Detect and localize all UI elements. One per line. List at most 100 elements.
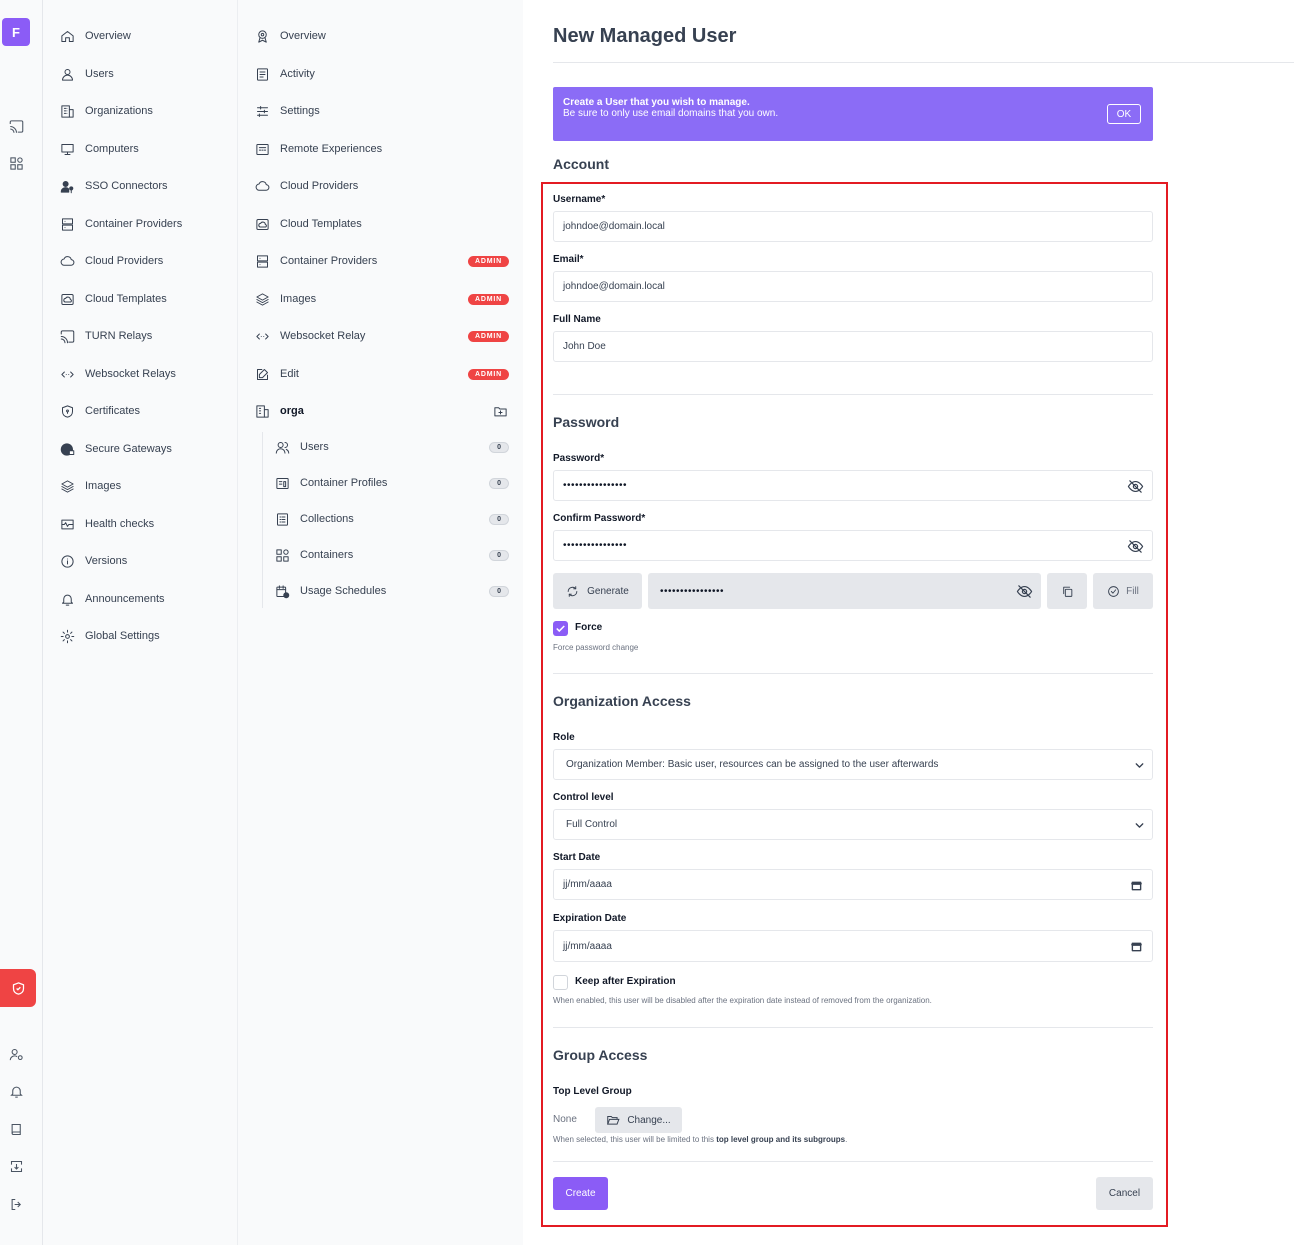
folder-icon[interactable] [492, 403, 509, 420]
sidebar-item-announcements[interactable]: Announcements [43, 587, 237, 611]
home-icon [59, 28, 76, 45]
start-date-input[interactable]: jj/mm/aaaa [553, 869, 1153, 900]
org-sidebar: Overview Activity Settings Remote Experi… [238, 0, 523, 1245]
sidebar-item-label: Organizations [85, 105, 153, 117]
role-label: Role [553, 732, 575, 743]
password-input[interactable]: •••••••••••••••• [553, 470, 1153, 501]
sidebar-item-organizations[interactable]: Organizations [43, 99, 237, 123]
shield-icon[interactable] [0, 969, 36, 1007]
org-nav-label: Overview [280, 30, 326, 42]
calendar-icon[interactable] [1131, 880, 1142, 891]
org-sub-collections[interactable]: Collections 0 [238, 507, 523, 531]
org-nav-cloud-providers[interactable]: Cloud Providers [238, 174, 523, 198]
sidebar-item-websocket-relays[interactable]: Websocket Relays [43, 362, 237, 386]
info-banner: Create a User that you wish to manage. B… [553, 87, 1153, 141]
force-hint: Force password change [553, 643, 639, 652]
sidebar-item-label: Global Settings [85, 630, 160, 642]
full-name-label: Full Name [553, 314, 601, 325]
sidebar-item-versions[interactable]: Versions [43, 549, 237, 573]
sidebar-item-cloud-providers[interactable]: Cloud Providers [43, 249, 237, 273]
email-input[interactable]: johndoe@domain.local [553, 271, 1153, 302]
calendar-icon[interactable] [1131, 941, 1142, 952]
force-checkbox[interactable] [553, 621, 568, 636]
sidebar-item-container-providers[interactable]: Container Providers [43, 212, 237, 236]
keep-after-expiration-checkbox[interactable] [553, 975, 568, 990]
monitor-icon [59, 141, 76, 158]
password-label: Password* [553, 453, 605, 464]
admin-badge: ADMIN [468, 255, 509, 267]
expiration-date-input[interactable]: jj/mm/aaaa [553, 930, 1153, 962]
sidebar-item-label: SSO Connectors [85, 180, 168, 192]
org-nav-websocket-relay[interactable]: Websocket Relay ADMIN [238, 324, 523, 348]
eye-off-icon[interactable] [1127, 538, 1144, 555]
generated-password-field[interactable]: •••••••••••••••• [648, 573, 1041, 609]
users-cog-icon[interactable] [8, 1046, 24, 1062]
app-logo[interactable]: F [2, 18, 30, 46]
confirm-password-input[interactable]: •••••••••••••••• [553, 530, 1153, 561]
eye-off-icon[interactable] [1016, 583, 1033, 600]
sidebar-item-label: Versions [85, 555, 128, 567]
chevron-down-icon [1133, 819, 1146, 832]
sidebar-item-computers[interactable]: Computers [43, 137, 237, 161]
sidebar-item-overview[interactable]: Overview [43, 24, 237, 48]
bell-icon[interactable] [8, 1083, 24, 1099]
sidebar-item-secure-gateways[interactable]: Secure Gateways [43, 437, 237, 461]
sidebar-item-global-settings[interactable]: Global Settings [43, 624, 237, 648]
sidebar-item-images[interactable]: Images [43, 474, 237, 498]
sidebar-item-turn-relays[interactable]: TURN Relays [43, 324, 237, 348]
org-nav-label: Remote Experiences [280, 143, 383, 155]
username-input[interactable]: johndoe@domain.local [553, 211, 1153, 242]
eye-off-icon[interactable] [1127, 478, 1144, 495]
copy-icon [1062, 586, 1072, 597]
cast-icon[interactable] [8, 118, 24, 134]
icon-rail: F [0, 0, 43, 1245]
logout-icon[interactable] [8, 1196, 24, 1212]
sidebar-item-certificates[interactable]: Certificates [43, 399, 237, 423]
cancel-button[interactable]: Cancel [1096, 1177, 1153, 1210]
confirm-password-value: •••••••••••••••• [563, 540, 628, 551]
check-circle-icon [1108, 585, 1119, 597]
control-level-select[interactable]: Full Control [553, 809, 1153, 840]
org-sub-containers[interactable]: Containers 0 [238, 543, 523, 567]
org-nav-images[interactable]: Images ADMIN [238, 287, 523, 311]
org-nav-settings[interactable]: Settings [238, 99, 523, 123]
sidebar-item-label: Overview [85, 30, 131, 42]
org-nav-overview[interactable]: Overview [238, 24, 523, 48]
admin-badge: ADMIN [468, 330, 509, 342]
top-level-group-value: None [553, 1114, 577, 1125]
org-nav-container-providers[interactable]: Container Providers ADMIN [238, 249, 523, 273]
sidebar-item-sso-connectors[interactable]: SSO Connectors [43, 174, 237, 198]
sliders-icon [254, 103, 271, 120]
generate-button[interactable]: Generate [553, 573, 642, 609]
section-divider [553, 1161, 1153, 1162]
role-select[interactable]: Organization Member: Basic user, resourc… [553, 749, 1153, 780]
edit-icon [254, 366, 271, 383]
fill-button[interactable]: Fill [1093, 573, 1153, 609]
org-nav-cloud-templates[interactable]: Cloud Templates [238, 212, 523, 236]
sidebar-item-cloud-templates[interactable]: Cloud Templates [43, 287, 237, 311]
apps-icon[interactable] [8, 155, 24, 171]
org-nav-orga[interactable]: orga [238, 399, 523, 423]
org-nav-edit[interactable]: Edit ADMIN [238, 362, 523, 386]
sidebar-item-users[interactable]: Users [43, 62, 237, 86]
banner-ok-button[interactable]: OK [1107, 104, 1141, 124]
book-icon[interactable] [8, 1121, 24, 1137]
change-group-button[interactable]: Change... [595, 1107, 682, 1133]
download-icon[interactable] [8, 1158, 24, 1174]
generated-password-value: •••••••••••••••• [660, 585, 725, 597]
org-nav-activity[interactable]: Activity [238, 62, 523, 86]
hint-prefix: When selected, this user will be limited… [553, 1135, 717, 1144]
org-sub-container-profiles[interactable]: Container Profiles 0 [238, 471, 523, 495]
admin-badge: ADMIN [468, 368, 509, 380]
copy-button[interactable] [1047, 573, 1087, 609]
org-nav-remote-experiences[interactable]: Remote Experiences [238, 137, 523, 161]
sidebar-item-label: Container Providers [85, 218, 183, 230]
create-button[interactable]: Create [553, 1177, 608, 1210]
sidebar-item-health-checks[interactable]: Health checks [43, 512, 237, 536]
full-name-input[interactable]: John Doe [553, 331, 1153, 362]
org-sub-users[interactable]: Users 0 [238, 435, 523, 459]
email-value: johndoe@domain.local [563, 281, 665, 292]
layers-icon [254, 291, 271, 308]
org-sub-usage-schedules[interactable]: Usage Schedules 0 [238, 579, 523, 603]
sidebar-item-label: Certificates [85, 405, 141, 417]
